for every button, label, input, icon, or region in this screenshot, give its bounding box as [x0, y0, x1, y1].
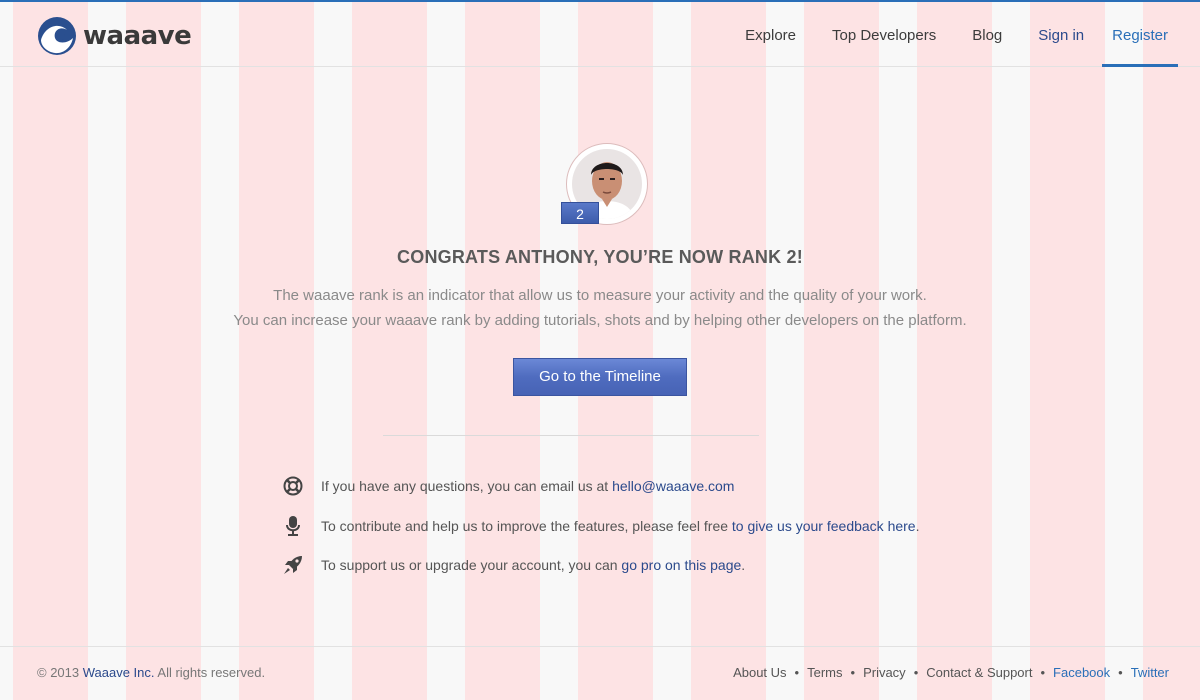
microphone-icon [282, 515, 303, 536]
main-content: 2 CONGRATS ANTHONY, YOU’RE NOW RANK 2! T… [0, 67, 1200, 645]
footer-terms-link[interactable]: Terms [807, 665, 842, 680]
rank-description: The waaave rank is an indicator that all… [0, 283, 1200, 333]
rights-text: All rights reserved. [154, 665, 266, 680]
nav-top-developers[interactable]: Top Developers [814, 2, 954, 67]
avatar-container: 2 [561, 143, 648, 225]
pro-text: To support us or upgrade your account, y… [321, 556, 622, 573]
rocket-icon [282, 554, 303, 575]
questions-text: If you have any questions, you can email… [321, 477, 613, 494]
footer-links: About Us • Terms • Privacy • Contact & S… [733, 665, 1169, 680]
footer-separator: • [913, 665, 919, 680]
rank-badge: 2 [561, 202, 599, 224]
main-nav: Explore Top Developers Blog Sign in Regi… [727, 2, 1200, 67]
info-feedback: To contribute and help us to improve the… [282, 515, 982, 536]
rank-description-line-1: The waaave rank is an indicator that all… [273, 287, 927, 304]
footer-separator: • [850, 665, 856, 680]
copyright-prefix: © 2013 [37, 665, 83, 680]
info-pro: To support us or upgrade your account, y… [282, 554, 982, 575]
wave-logo-icon [38, 17, 76, 55]
copyright: © 2013 Waaave Inc. All rights reserved. [37, 665, 265, 680]
logo[interactable]: waaave [37, 16, 192, 56]
footer-twitter-link[interactable]: Twitter [1131, 665, 1169, 680]
footer-contact-link[interactable]: Contact & Support [926, 665, 1032, 680]
company-link[interactable]: Waaave Inc. [83, 665, 155, 680]
footer-separator: • [1118, 665, 1123, 680]
site-footer: © 2013 Waaave Inc. All rights reserved. … [0, 646, 1200, 700]
footer-privacy-link[interactable]: Privacy [863, 665, 906, 680]
footer-about-link[interactable]: About Us [733, 665, 786, 680]
site-header: waaave Explore Top Developers Blog Sign … [0, 2, 1200, 67]
feedback-end: . [915, 517, 920, 534]
nav-blog[interactable]: Blog [954, 2, 1020, 67]
footer-facebook-link[interactable]: Facebook [1053, 665, 1110, 680]
rank-description-line-2: You can increase your waaave rank by add… [233, 312, 967, 329]
go-pro-link[interactable]: go pro on this page [621, 557, 741, 573]
footer-separator: • [794, 665, 800, 680]
nav-sign-in[interactable]: Sign in [1020, 2, 1102, 67]
lifebuoy-icon [282, 475, 303, 496]
email-link[interactable]: hello@waaave.com [612, 478, 734, 494]
feedback-link[interactable]: to give us your feedback here [732, 518, 916, 534]
congrats-heading: CONGRATS ANTHONY, YOU’RE NOW RANK 2! [397, 247, 803, 267]
go-to-timeline-button[interactable]: Go to the Timeline [513, 358, 687, 396]
info-questions: If you have any questions, you can email… [282, 475, 982, 496]
nav-explore[interactable]: Explore [727, 2, 814, 67]
feedback-text: To contribute and help us to improve the… [321, 517, 732, 534]
divider [383, 435, 759, 436]
brand-name: waaave [83, 21, 192, 51]
footer-separator: • [1040, 665, 1046, 680]
pro-end: . [741, 556, 746, 573]
nav-register[interactable]: Register [1102, 2, 1178, 67]
